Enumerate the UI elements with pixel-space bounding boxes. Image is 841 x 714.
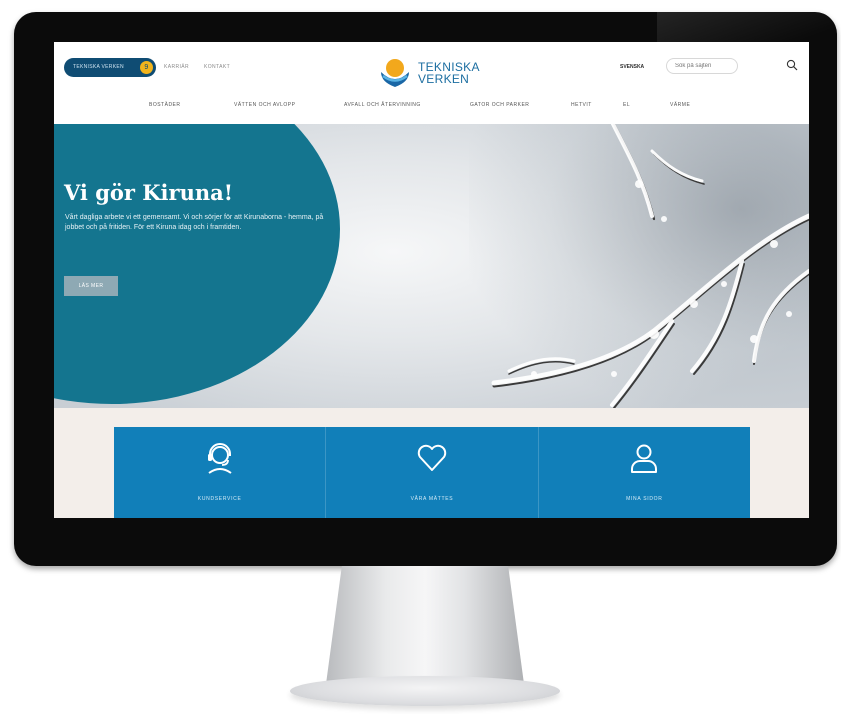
- search-icon[interactable]: [786, 59, 798, 71]
- header-link-kontakt[interactable]: KONTAKT: [204, 64, 230, 70]
- hero-description: Vårt dagliga arbete vi ett gemensamt. Vi…: [65, 214, 324, 231]
- tile-label: KUNDSERVICE: [197, 496, 242, 502]
- nav-item-varme[interactable]: VÄRME: [670, 102, 690, 108]
- site-header: TEKNISKA VERKEN 9 KARRIÄR KONTAKT TEKNIS…: [54, 42, 809, 124]
- website-screen: TEKNISKA VERKEN 9 KARRIÄR KONTAKT TEKNIS…: [54, 42, 809, 518]
- monitor-stand-neck: [326, 566, 524, 684]
- language-selector[interactable]: SVENSKA: [620, 64, 644, 70]
- nav-item-avfall[interactable]: AVFALL OCH ÅTERVINNING: [344, 102, 421, 108]
- nav-item-hetvit[interactable]: HETVIT: [571, 102, 592, 108]
- headset-icon: [207, 443, 232, 474]
- tile-label: MINA SIDOR: [626, 496, 663, 502]
- customer-pill-button[interactable]: TEKNISKA VERKEN 9: [64, 58, 156, 77]
- search-input[interactable]: [666, 58, 738, 74]
- read-more-button[interactable]: LÄS MER: [64, 276, 118, 296]
- nav-item-bostader[interactable]: BOSTÄDER: [149, 102, 181, 108]
- nav-item-el[interactable]: EL: [623, 102, 630, 108]
- main-navigation: BOSTÄDER VÄTTEN OCH AVLOPP AVFALL OCH ÅT…: [54, 102, 809, 116]
- monitor-stand-base: [290, 676, 560, 706]
- tile-customer-service[interactable]: KUNDSERVICE: [114, 427, 327, 518]
- hero-title: Vi gör Kiruna!: [64, 180, 233, 205]
- logo-wordmark: TEKNISKA VERKEN: [418, 61, 480, 85]
- tile-values[interactable]: VÅRA MÄTTES: [326, 427, 539, 518]
- heart-icon: [417, 444, 447, 471]
- nav-item-gator[interactable]: GATOR OCH PARKER: [470, 102, 529, 108]
- site-logo[interactable]: TEKNISKA VERKEN: [378, 56, 498, 96]
- logo-line2: VERKEN: [418, 72, 470, 86]
- quick-link-tiles: KUNDSERVICE VÅRA MÄTTES MINA SIDOR: [114, 427, 750, 518]
- hero-banner: Vi gör Kiruna! Vårt dagliga arbete vi et…: [54, 124, 809, 408]
- header-link-karriar[interactable]: KARRIÄR: [164, 64, 189, 70]
- logo-icon: [381, 59, 409, 87]
- user-icon: [631, 444, 658, 473]
- pill-label: TEKNISKA VERKEN: [73, 64, 124, 70]
- pill-badge: 9: [140, 61, 153, 74]
- nav-item-vatten[interactable]: VÄTTEN OCH AVLOPP: [234, 102, 295, 108]
- tile-my-pages[interactable]: MINA SIDOR: [539, 427, 750, 518]
- tile-label: VÅRA MÄTTES: [410, 496, 454, 502]
